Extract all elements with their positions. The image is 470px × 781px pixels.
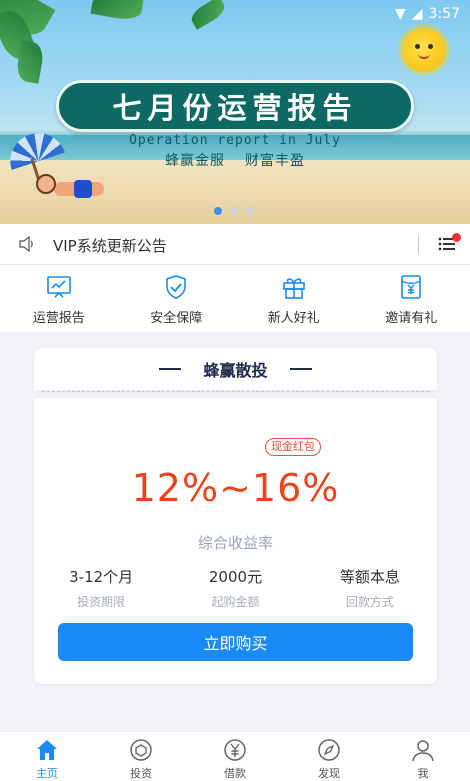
yield-rate: 12%~16%: [131, 466, 340, 510]
stat-min-amount: 2000元 起购金额: [168, 566, 302, 610]
stat-value: 等额本息: [339, 568, 400, 586]
quick-menu-label: 安全保障: [150, 311, 203, 326]
product-title: 蜂赢散投: [203, 361, 268, 380]
tab-label: 主页: [36, 767, 58, 780]
banner-pagination: [214, 207, 254, 215]
yield-rate-label: 综合收益率: [197, 534, 273, 552]
product-stats: 3-12个月 投资期限 2000元 起购金额 等额本息 回款方式: [34, 566, 437, 610]
pagination-dot[interactable]: [230, 207, 238, 215]
sun-icon: [402, 28, 446, 72]
card-dashed-divider: [42, 391, 429, 392]
speaker-icon: [19, 236, 33, 252]
tab-home[interactable]: 主页: [0, 732, 94, 781]
loan-yuan-icon: [224, 739, 246, 761]
status-time: 3:57: [428, 6, 460, 22]
signal-icon: ◢: [411, 6, 423, 22]
palm-leaf-icon: [90, 0, 144, 23]
title-dash: [159, 368, 182, 370]
product-card[interactable]: 现金红包 12%~16% 综合收益率 3-12个月 投资期限 2000元 起购金…: [34, 398, 437, 684]
report-chart-icon: [46, 276, 71, 298]
banner-slogan: 蜂赢金服 财富丰盈: [0, 150, 470, 170]
palm-leaf-icon: [187, 0, 229, 30]
unread-badge: [452, 233, 461, 242]
cash-bonus-badge: 现金红包: [265, 438, 321, 456]
product-card-header: 蜂赢散投: [34, 348, 437, 390]
promo-banner[interactable]: ▼ ◢ 3:57 七月份运营报告 Operation report in Jul…: [0, 0, 470, 224]
notice-bar[interactable]: VIP系统更新公告: [0, 224, 470, 265]
stat-value: 3-12个月: [69, 568, 134, 586]
buy-now-button[interactable]: 立即购买: [58, 623, 413, 661]
gift-icon: [282, 278, 305, 299]
stat-label: 投资期限: [77, 595, 126, 609]
title-dash: [289, 368, 312, 370]
wifi-icon: ▼: [394, 6, 406, 22]
stat-label: 回款方式: [345, 595, 394, 609]
bottom-nav: 主页 投资 借款 发现 我: [0, 731, 470, 781]
stat-label: 起购金额: [211, 595, 260, 609]
quick-menu-label: 邀请有礼: [385, 311, 438, 326]
pagination-dot[interactable]: [246, 207, 254, 215]
banner-slogan-right: 财富丰盈: [245, 153, 305, 169]
banner-title: 七月份运营报告: [112, 91, 358, 125]
quick-menu-label: 新人好礼: [267, 311, 320, 326]
shield-check-icon: [166, 275, 187, 299]
tab-invest[interactable]: 投资: [94, 732, 188, 781]
tab-label: 发现: [318, 767, 340, 780]
yuan-envelope-icon: [401, 275, 422, 299]
banner-slogan-left: 蜂赢金服: [165, 153, 225, 169]
tab-discover[interactable]: 发现: [282, 732, 376, 781]
quick-menu-invite[interactable]: 邀请有礼: [353, 265, 470, 332]
banner-title-pill: 七月份运营报告: [56, 80, 414, 132]
stat-value: 2000元: [208, 568, 263, 586]
tab-label: 借款: [224, 767, 246, 780]
home-icon: [37, 740, 57, 760]
quick-menu-label: 运营报告: [32, 311, 85, 326]
quick-menu-newbie-gift[interactable]: 新人好礼: [235, 265, 353, 332]
compass-icon: [318, 739, 340, 761]
stat-term: 3-12个月 投资期限: [34, 566, 168, 610]
stat-repayment: 等额本息 回款方式: [303, 566, 437, 610]
invest-icon: [130, 739, 152, 761]
notice-divider: [418, 235, 419, 255]
quick-menu: 运营报告 安全保障 新人好礼 邀请有礼: [0, 265, 470, 332]
pagination-dot-active[interactable]: [214, 207, 222, 215]
tab-label: 我: [417, 767, 429, 780]
notice-text[interactable]: VIP系统更新公告: [53, 235, 167, 256]
banner-subtitle-en: Operation report in July: [129, 133, 341, 148]
user-icon: [412, 740, 434, 762]
quick-menu-report[interactable]: 运营报告: [0, 265, 118, 332]
tab-me[interactable]: 我: [376, 732, 470, 781]
tab-loan[interactable]: 借款: [188, 732, 282, 781]
sunbather-illustration: [30, 172, 110, 200]
tab-label: 投资: [130, 767, 152, 780]
quick-menu-security[interactable]: 安全保障: [118, 265, 236, 332]
status-bar: ▼ ◢ 3:57: [395, 6, 460, 22]
